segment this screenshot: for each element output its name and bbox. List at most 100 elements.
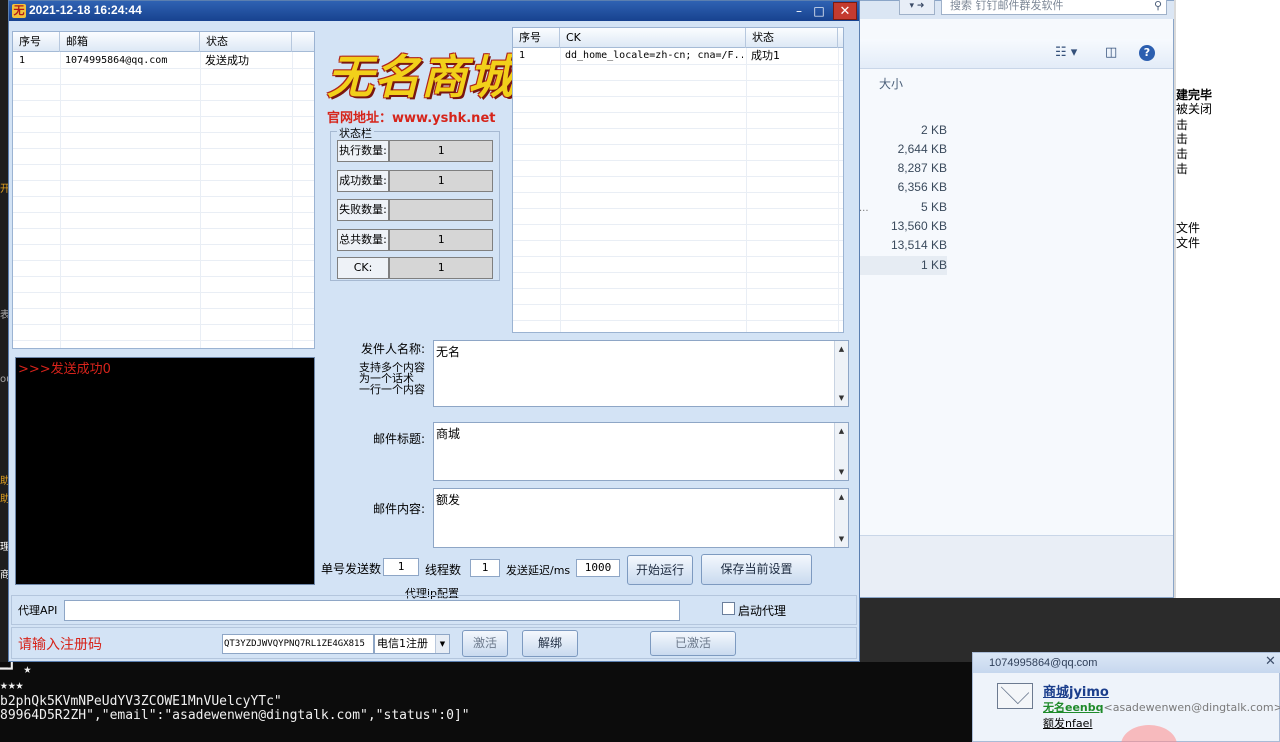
stat-label: 成功数量: <box>337 170 389 192</box>
subject-textarea[interactable]: 商城 ▲ ▼ <box>433 422 849 481</box>
stat-executed: 执行数量: 1 <box>337 140 494 162</box>
bg-text-line: 被关闭 <box>1176 102 1213 116</box>
console-line: ━┛ ★ <box>0 662 32 677</box>
content-label: 邮件内容: <box>372 502 425 516</box>
background-right-panel: 建完毕 被关闭 击 击 击 击 文件 文件 <box>1174 0 1280 598</box>
registration-code-input[interactable]: QT3YZDJWVQYPNQ7RL1ZE4GX815 <box>222 634 374 654</box>
search-icon[interactable]: ⚲ <box>1154 0 1162 14</box>
bg-text-line: 击 <box>1176 162 1189 176</box>
stat-total: 总共数量: 1 <box>337 229 494 251</box>
delay-label: 发送延迟/ms <box>506 564 571 577</box>
column-header-size[interactable]: 大小 <box>879 75 903 92</box>
delay-input[interactable]: 1000 <box>576 559 620 577</box>
stat-value: 1 <box>389 140 493 162</box>
textarea-value: 商城 <box>436 427 461 441</box>
per-account-input[interactable]: 1 <box>383 558 419 576</box>
carrier-select[interactable]: 电信1注册 ▼ <box>374 634 450 654</box>
table-header: 序号 CK 状态 <box>513 28 843 48</box>
registration-panel: 请输入注册码 QT3YZDJWVQYPNQ7RL1ZE4GX815 电信1注册 … <box>11 627 857 659</box>
explorer-toolbar: ☷ ▾ ◫ ? <box>859 39 1173 69</box>
close-icon[interactable]: ✕ <box>1265 654 1277 669</box>
threads-input[interactable]: 1 <box>470 559 500 577</box>
log-line: >>>发送成功0 <box>18 362 111 377</box>
activated-button[interactable]: 已激活 <box>650 631 736 656</box>
sender-name[interactable]: 无名eenbq <box>1043 701 1104 714</box>
close-button[interactable]: ✕ <box>833 2 857 20</box>
cursor-highlight <box>1121 725 1177 742</box>
file-size: 1 KB <box>859 256 947 275</box>
file-size: 13,514 KB <box>890 238 947 252</box>
activate-button[interactable]: 激活 <box>462 630 508 657</box>
mail-notification[interactable]: 1074995864@qq.com ✕ 商城jyimo 无名eenbq<asad… <box>972 652 1280 742</box>
chevron-down-icon[interactable]: ▼ <box>435 635 449 653</box>
column-header[interactable]: 序号 <box>13 32 60 52</box>
refresh-button[interactable]: ▾ ➜ <box>899 0 935 15</box>
row-email: 1074995864@qq.com <box>65 55 168 66</box>
console-line: 89964D5R2ZH","email":"asadewenwen@dingta… <box>0 708 470 723</box>
explorer-window: ▾ ➜ 搜索 钉钉邮件群发软件 ⚲ ☷ ▾ ◫ ? 大小 2 KB 2,644 … <box>858 0 1175 598</box>
minimize-button[interactable]: – <box>789 3 809 19</box>
stat-label: 失败数量: <box>337 199 389 221</box>
file-size: 2,644 KB <box>897 142 947 156</box>
row-status: 发送成功 <box>205 54 249 67</box>
maximize-button[interactable]: □ <box>809 3 829 19</box>
scrollbar[interactable]: ▲ ▼ <box>834 489 848 547</box>
envelope-icon <box>997 675 1033 709</box>
sender-label: 发件人名称: <box>360 342 425 356</box>
column-header[interactable]: 状态 <box>746 28 838 48</box>
file-size: 2 KB <box>920 123 947 137</box>
subject-label: 邮件标题: <box>372 432 425 446</box>
unbind-button[interactable]: 解绑 <box>522 630 578 657</box>
row-index: 1 <box>19 55 26 66</box>
explorer-search-input[interactable]: 搜索 钉钉邮件群发软件 ⚲ <box>941 0 1167 15</box>
row-ck: dd_home_locale=zh-cn; cna=/F... <box>565 50 743 61</box>
registration-prompt: 请输入注册码 <box>18 637 102 653</box>
save-settings-button[interactable]: 保存当前设置 <box>701 554 812 585</box>
log-console: >>>发送成功0 <box>15 357 315 585</box>
website-url: 官网地址：www.yshk.net <box>327 111 496 126</box>
stat-label: 执行数量: <box>337 140 389 162</box>
start-button[interactable]: 开始运行 <box>627 555 693 585</box>
view-options-icon[interactable]: ☷ ▾ <box>1055 45 1077 61</box>
column-header[interactable]: 序号 <box>513 28 560 48</box>
stat-label: 总共数量: <box>337 229 389 251</box>
enable-proxy-checkbox[interactable] <box>722 602 735 615</box>
stat-value: 1 <box>389 170 493 192</box>
stat-value: 1 <box>389 229 493 251</box>
proxy-api-label: 代理API <box>18 604 58 617</box>
textarea-value: 额发 <box>436 493 461 507</box>
threads-label: 线程数 <box>425 563 462 577</box>
column-header[interactable]: 状态 <box>200 32 292 52</box>
textarea-value: 无名 <box>436 345 461 359</box>
file-size: 6,356 KB <box>897 180 947 194</box>
scrollbar[interactable]: ▲ ▼ <box>834 341 848 406</box>
background-console: ━┛ ★ ★★★ b2phQk5KVmNPeUdYV3ZCOWE1MnVUelc… <box>0 662 972 742</box>
content-textarea[interactable]: 额发 ▲ ▼ <box>433 488 849 548</box>
notification-sender: 无名eenbq<asadewenwen@dingtalk.com> <box>1043 699 1280 715</box>
stat-label: CK: <box>337 257 389 279</box>
stat-success: 成功数量: 1 <box>337 170 494 192</box>
row-index: 1 <box>519 50 526 61</box>
console-line: b2phQk5KVmNPeUdYV3ZCOWE1MnVUelcyYTc" <box>0 694 282 709</box>
details-pane <box>859 535 1173 597</box>
row-status: 成功1 <box>751 49 780 62</box>
proxy-panel: 代理API 启动代理 <box>11 595 857 625</box>
scrollbar[interactable]: ▲ ▼ <box>834 423 848 480</box>
column-header[interactable]: CK <box>560 28 746 48</box>
console-line: ★★★ <box>0 678 24 693</box>
file-size: 13,560 KB <box>890 219 947 233</box>
hint-line: 一行一个内容 <box>359 383 425 396</box>
file-size: 8,287 KB <box>897 161 947 175</box>
title-bar[interactable]: 无 2021-12-18 16:24:44 – □ ✕ <box>9 1 859 21</box>
stat-value <box>389 199 493 221</box>
sender-name-textarea[interactable]: 无名 ▲ ▼ <box>433 340 849 407</box>
proxy-api-input[interactable] <box>64 600 680 621</box>
notification-subject[interactable]: 商城jyimo <box>1043 681 1109 700</box>
table-header: 序号 邮箱 状态 <box>13 32 314 52</box>
preview-pane-icon[interactable]: ◫ <box>1105 45 1117 61</box>
notification-body[interactable]: 额发nfael <box>1043 715 1092 731</box>
stat-failed: 失败数量: <box>337 199 494 221</box>
window-title: 2021-12-18 16:24:44 <box>29 3 142 17</box>
column-header[interactable]: 邮箱 <box>60 32 200 52</box>
help-icon[interactable]: ? <box>1139 45 1155 61</box>
